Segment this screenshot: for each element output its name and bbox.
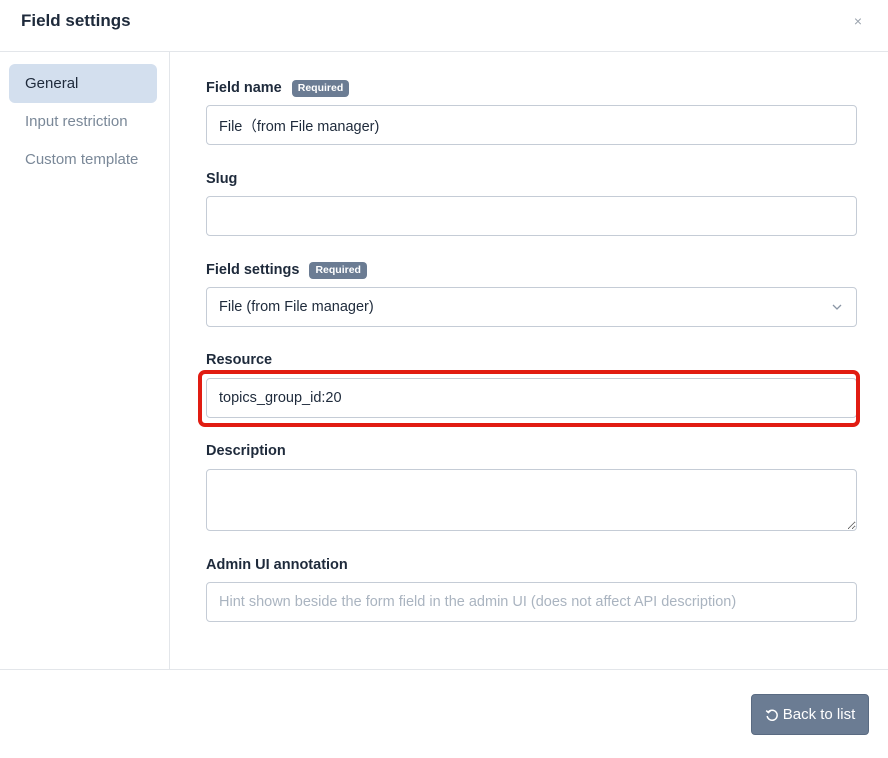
back-to-list-button[interactable]: Back to list [751,694,869,735]
sidebar-item-input-restriction[interactable]: Input restriction [9,102,157,141]
sidebar: General Input restriction Custom templat… [0,52,170,669]
field-settings-select[interactable]: File (from File manager) [206,287,857,327]
close-icon[interactable]: × [850,13,866,29]
sidebar-item-custom-template[interactable]: Custom template [9,140,157,179]
slug-label-row: Slug [206,169,237,189]
sidebar-item-general[interactable]: General [9,64,157,103]
back-to-list-label: Back to list [782,706,856,723]
slug-input[interactable] [206,196,857,236]
required-badge: Required [309,261,367,279]
admin-annotation-input[interactable] [206,582,857,622]
admin-annotation-label-row: Admin UI annotation [206,555,348,575]
description-textarea[interactable] [206,469,857,531]
required-badge: Required [291,79,350,97]
resource-label-row: Resource [206,350,272,370]
resource-label: Resource [206,352,273,368]
field-name-label-row: Field name Required [206,78,350,98]
field-settings-label-row: Field settings Required [206,260,367,280]
field-name-input[interactable] [206,105,857,145]
chevron-down-icon [832,304,842,310]
modal-title: Field settings [21,11,131,30]
description-label: Description [206,443,286,459]
field-name-label: Field name [206,80,282,96]
resource-input[interactable] [206,378,857,418]
slug-label: Slug [206,171,238,187]
description-label-row: Description [206,441,286,461]
modal-header: Field settings × [0,0,888,52]
admin-annotation-label: Admin UI annotation [206,557,348,573]
undo-icon [765,709,778,721]
field-settings-selected-value: File (from File manager) [219,299,374,315]
field-settings-label: Field settings [206,262,300,278]
